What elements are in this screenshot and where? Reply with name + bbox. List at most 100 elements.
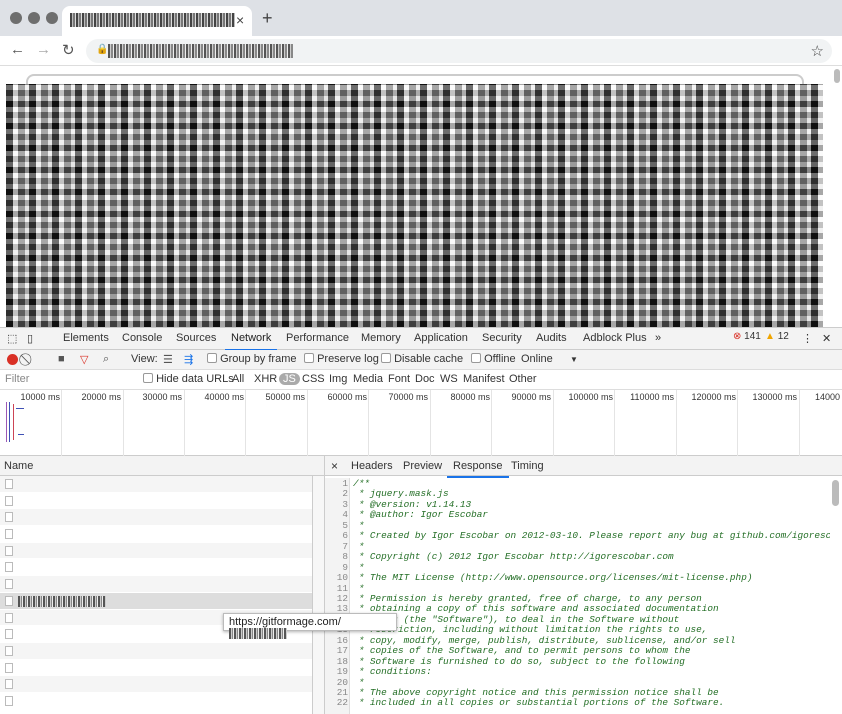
group-by-frame-checkbox[interactable]: Group by frame bbox=[207, 353, 296, 365]
tab-memory[interactable]: Memory bbox=[361, 332, 401, 344]
tab-sources[interactable]: Sources bbox=[176, 332, 216, 344]
tab-response[interactable]: Response bbox=[447, 460, 509, 478]
code-text: * jquery.mask.js bbox=[353, 488, 449, 500]
request-row[interactable] bbox=[0, 492, 312, 510]
url-tooltip: https://gitformage.com/ bbox=[223, 613, 397, 639]
file-icon bbox=[5, 479, 13, 489]
request-list-scrollbar[interactable] bbox=[313, 476, 325, 714]
filter-input[interactable]: Filter bbox=[5, 373, 29, 385]
request-row[interactable] bbox=[0, 692, 312, 710]
devtools-menu-icon[interactable]: ⋮ bbox=[802, 332, 813, 345]
filter-type-xhr[interactable]: XHR bbox=[254, 373, 277, 385]
tab-headers[interactable]: Headers bbox=[351, 460, 393, 472]
filter-type-all[interactable]: All bbox=[232, 373, 244, 385]
filter-type-img[interactable]: Img bbox=[329, 373, 347, 385]
back-button[interactable]: ← bbox=[10, 41, 25, 58]
tab-application[interactable]: Application bbox=[414, 332, 468, 344]
filter-type-doc[interactable]: Doc bbox=[415, 373, 435, 385]
request-row[interactable] bbox=[0, 559, 312, 577]
capture-screenshots-icon[interactable]: ■ bbox=[58, 353, 65, 365]
filter-type-manifest[interactable]: Manifest bbox=[463, 373, 505, 385]
chevron-down-icon[interactable]: ▼ bbox=[570, 355, 578, 364]
request-row[interactable] bbox=[0, 676, 312, 693]
tab-console[interactable]: Console bbox=[122, 332, 162, 344]
devtools-close-icon[interactable]: ✕ bbox=[822, 332, 831, 345]
request-row[interactable] bbox=[0, 642, 312, 660]
name-column-header[interactable]: Name bbox=[0, 456, 325, 476]
filter-type-js[interactable]: JS bbox=[279, 373, 300, 385]
line-number: 10 bbox=[336, 572, 348, 584]
preserve-log-checkbox[interactable]: Preserve log bbox=[304, 353, 379, 365]
device-toolbar-icon[interactable]: ▯ bbox=[27, 332, 33, 345]
zoom-window-button[interactable] bbox=[46, 12, 58, 24]
close-detail-icon[interactable]: × bbox=[331, 459, 338, 473]
code-line: 19 * conditions: bbox=[325, 666, 830, 677]
hide-data-urls-checkbox[interactable]: Hide data URLs bbox=[143, 373, 234, 385]
page-scrollbar[interactable] bbox=[834, 69, 840, 83]
throttling-select[interactable]: Online bbox=[521, 353, 553, 365]
tab-elements[interactable]: Elements bbox=[63, 332, 109, 344]
large-rows-icon[interactable]: ☰ bbox=[163, 353, 173, 366]
timeline-tick-label: 40000 ms bbox=[204, 392, 244, 402]
scrollbar-thumb[interactable] bbox=[832, 480, 839, 506]
offline-checkbox[interactable]: Offline bbox=[471, 353, 516, 365]
request-row[interactable] bbox=[0, 509, 312, 527]
code-line: 10 * The MIT License (http://www.opensou… bbox=[325, 572, 830, 584]
tab-timing[interactable]: Timing bbox=[511, 460, 544, 472]
network-overview-timeline[interactable]: 10000 ms 20000 ms 30000 ms 40000 ms 5000… bbox=[0, 390, 842, 456]
filter-type-ws[interactable]: WS bbox=[440, 373, 458, 385]
close-window-button[interactable] bbox=[10, 12, 22, 24]
record-button[interactable] bbox=[7, 354, 18, 365]
tab-audits[interactable]: Audits bbox=[536, 332, 567, 344]
request-row[interactable] bbox=[0, 659, 312, 677]
tab-close-icon[interactable]: × bbox=[236, 12, 244, 28]
tooltip-url-text: https://gitformage.com/ bbox=[229, 616, 341, 628]
request-row[interactable] bbox=[0, 542, 312, 560]
filter-type-font[interactable]: Font bbox=[388, 373, 410, 385]
forward-button[interactable]: → bbox=[36, 41, 51, 58]
disable-cache-checkbox[interactable]: Disable cache bbox=[381, 353, 463, 365]
code-text: * restriction, including without limitat… bbox=[353, 624, 708, 636]
warning-count[interactable]: ▲ 12 bbox=[765, 331, 789, 342]
response-source-viewer[interactable]: 1/** 2 * jquery.mask.js 3 * @version: v1.1… bbox=[325, 478, 830, 714]
filter-type-other[interactable]: Other bbox=[509, 373, 537, 385]
file-icon bbox=[5, 512, 13, 523]
tab-performance[interactable]: Performance bbox=[286, 332, 349, 344]
file-icon bbox=[5, 629, 13, 640]
code-text: * bbox=[353, 582, 365, 594]
filter-type-css[interactable]: CSS bbox=[302, 373, 325, 385]
code-text: * @author: Igor Escobar bbox=[353, 509, 489, 521]
filter-icon[interactable]: ▽ bbox=[80, 353, 88, 366]
request-row[interactable] bbox=[0, 576, 312, 593]
bookmark-star-icon[interactable]: ☆ bbox=[811, 42, 824, 60]
reload-button[interactable]: ↻ bbox=[62, 41, 75, 59]
line-number: 22 bbox=[336, 697, 348, 709]
devtools-panel: ⬚ ▯ Elements Console Sources Network Per… bbox=[0, 327, 842, 714]
file-icon bbox=[5, 645, 13, 656]
view-label: View: bbox=[131, 353, 158, 365]
file-icon bbox=[5, 612, 13, 623]
address-bar[interactable]: 🔒 ☆ bbox=[86, 39, 832, 63]
search-icon[interactable]: ⌕ bbox=[103, 353, 109, 366]
filter-type-media[interactable]: Media bbox=[353, 373, 383, 385]
checkbox-icon bbox=[304, 353, 314, 363]
waterfall-view-icon[interactable]: ⇶ bbox=[184, 353, 193, 366]
response-scrollbar[interactable] bbox=[832, 478, 840, 714]
request-row-selected[interactable] bbox=[0, 592, 312, 610]
file-icon bbox=[5, 562, 13, 573]
code-text: * Copyright (c) 2012 Igor Escobar http:/… bbox=[353, 551, 674, 563]
tab-preview[interactable]: Preview bbox=[403, 460, 442, 472]
tab-security[interactable]: Security bbox=[482, 332, 522, 344]
warning-icon: ▲ bbox=[765, 331, 775, 342]
inspect-element-icon[interactable]: ⬚ bbox=[7, 332, 17, 345]
tab-adblock-plus[interactable]: Adblock Plus bbox=[583, 332, 647, 344]
request-name-redacted bbox=[18, 595, 106, 607]
new-tab-button[interactable]: + bbox=[262, 8, 273, 29]
tab-network[interactable]: Network bbox=[224, 332, 278, 351]
error-count[interactable]: ⊗ 141 bbox=[733, 331, 761, 342]
minimize-window-button[interactable] bbox=[28, 12, 40, 24]
browser-tab[interactable]: × bbox=[62, 6, 252, 36]
request-row[interactable] bbox=[0, 476, 312, 493]
request-row[interactable] bbox=[0, 526, 312, 543]
more-panels-icon[interactable]: » bbox=[655, 332, 661, 344]
